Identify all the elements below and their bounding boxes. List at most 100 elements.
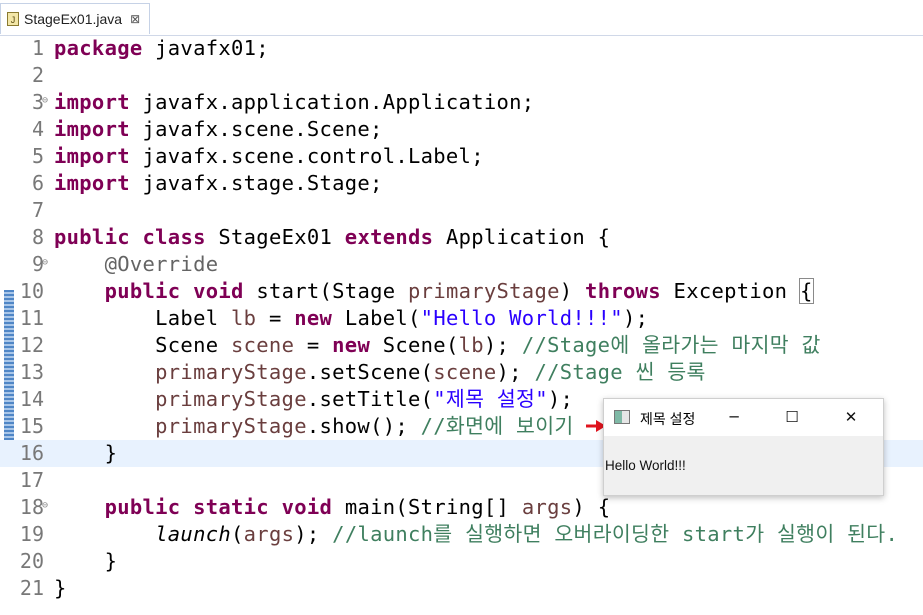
fold-collapse-icon[interactable]: ⊖ bbox=[42, 257, 48, 268]
editor-tab-stageex01[interactable]: J StageEx01.java ⊠ bbox=[0, 3, 150, 34]
keyword: import bbox=[54, 117, 130, 141]
code-text: } bbox=[54, 576, 67, 600]
code-line: 13 primaryStage.setScene(scene); //Stage… bbox=[0, 359, 923, 386]
keyword: import bbox=[54, 90, 130, 114]
code-text: Label bbox=[155, 306, 231, 330]
line-number: 21 bbox=[19, 576, 44, 600]
line-number: 6 bbox=[31, 171, 44, 195]
code-text: javafx.application.Application; bbox=[129, 90, 535, 114]
code-editor[interactable]: 1 package javafx01; 2 3 ⊖ import javafx.… bbox=[0, 35, 923, 615]
code-line: 18 ⊖ public static void main(String[] ar… bbox=[0, 494, 923, 521]
fold-collapse-icon[interactable]: ⊖ bbox=[42, 95, 48, 106]
code-text: = bbox=[256, 306, 295, 330]
line-number: 4 bbox=[31, 117, 44, 141]
code-line: 8 public class StageEx01 extends Applica… bbox=[0, 224, 923, 251]
code-line: 5 import javafx.scene.control.Label; bbox=[0, 143, 923, 170]
comment: //Stage 씬 등록 bbox=[534, 360, 706, 384]
code-line: 9 ⊖ @Override bbox=[0, 251, 923, 278]
comment: //launch를 실행하면 오버라이딩한 start가 실행이 된다. bbox=[332, 522, 899, 546]
code-text: .setTitle( bbox=[306, 387, 434, 411]
code-text: Scene( bbox=[370, 333, 459, 357]
code-line: 12 Scene scene = new Scene(lb); //Stage에… bbox=[0, 332, 923, 359]
code-text: ); bbox=[496, 360, 535, 384]
keyword: static bbox=[193, 495, 269, 519]
window-title-bar[interactable]: 제목 설정 ─ ☐ ✕ bbox=[604, 399, 883, 436]
line-number: 5 bbox=[31, 144, 44, 168]
keyword: public bbox=[104, 495, 181, 519]
line-number: 16 bbox=[19, 441, 44, 465]
line-number: 15 bbox=[19, 414, 44, 438]
code-text: } bbox=[104, 441, 118, 465]
minimize-button[interactable]: ─ bbox=[711, 399, 757, 436]
line-number: 18 bbox=[19, 495, 44, 519]
fold-collapse-icon[interactable]: ⊖ bbox=[42, 500, 48, 511]
keyword: new bbox=[294, 306, 333, 330]
keyword: import bbox=[54, 144, 130, 168]
app-icon bbox=[614, 410, 630, 424]
variable: scene bbox=[231, 333, 295, 357]
variable: lb bbox=[231, 306, 257, 330]
tab-filename: StageEx01.java bbox=[24, 11, 123, 27]
line-number: 20 bbox=[19, 549, 44, 573]
variable: args bbox=[243, 522, 295, 546]
keyword: throws bbox=[585, 279, 661, 303]
code-line: 21 } bbox=[0, 575, 923, 602]
code-line: 7 bbox=[0, 197, 923, 224]
line-number: 8 bbox=[31, 225, 44, 249]
code-text: = bbox=[294, 333, 333, 357]
matching-bracket: { bbox=[798, 278, 814, 304]
javafx-stage-window[interactable]: 제목 설정 ─ ☐ ✕ Hello World!!! bbox=[603, 398, 884, 496]
code-text: ); bbox=[547, 387, 574, 411]
code-text: .show(); bbox=[306, 414, 421, 438]
keyword: class bbox=[142, 225, 206, 249]
code-line: 19 launch(args); //launch를 실행하면 오버라이딩한 s… bbox=[0, 521, 923, 548]
window-title: 제목 설정 bbox=[640, 411, 696, 427]
code-text: Exception bbox=[660, 279, 800, 303]
code-line: 6 import javafx.stage.Stage; bbox=[0, 170, 923, 197]
string-literal: "제목 설정" bbox=[433, 387, 548, 411]
code-line: 3 ⊖ import javafx.application.Applicatio… bbox=[0, 89, 923, 116]
keyword: extends bbox=[344, 225, 434, 249]
maximize-button[interactable]: ☐ bbox=[769, 399, 815, 436]
parameter: args bbox=[521, 495, 573, 519]
keyword: void bbox=[193, 279, 244, 303]
code-text: start(Stage bbox=[243, 279, 409, 303]
line-number: 19 bbox=[19, 522, 44, 546]
close-button[interactable]: ✕ bbox=[828, 399, 874, 436]
comment: //Stage에 올라가는 마지막 값 bbox=[521, 333, 821, 357]
line-number: 13 bbox=[19, 360, 44, 384]
variable: lb bbox=[458, 333, 484, 357]
keyword: import bbox=[54, 171, 130, 195]
keyword: void bbox=[281, 495, 333, 519]
code-line: 2 bbox=[0, 62, 923, 89]
code-text: ) bbox=[559, 279, 586, 303]
editor-tab-bar: J StageEx01.java ⊠ bbox=[0, 0, 923, 36]
code-line: 4 import javafx.scene.Scene; bbox=[0, 116, 923, 143]
keyword: new bbox=[332, 333, 371, 357]
tab-close-icon[interactable]: ⊠ bbox=[130, 12, 140, 26]
annotation: @Override bbox=[104, 252, 219, 276]
code-line: 11 Label lb = new Label("Hello World!!!"… bbox=[0, 305, 923, 332]
code-text: javafx01; bbox=[142, 36, 269, 60]
line-number: 2 bbox=[31, 63, 44, 87]
keyword: package bbox=[54, 36, 143, 60]
code-text: ); bbox=[622, 306, 649, 330]
line-number: 14 bbox=[19, 387, 44, 411]
code-text: javafx.scene.Scene; bbox=[129, 117, 383, 141]
line-number: 17 bbox=[19, 468, 44, 492]
line-number: 12 bbox=[19, 333, 44, 357]
code-text: } bbox=[104, 549, 118, 573]
line-number: 10 bbox=[19, 279, 44, 303]
code-text: .setScene( bbox=[306, 360, 434, 384]
line-number: 1 bbox=[31, 36, 44, 60]
code-text: Scene bbox=[155, 333, 231, 357]
string-literal: "Hello World!!!" bbox=[420, 306, 623, 330]
class-name: StageEx01 bbox=[205, 225, 345, 249]
variable: primaryStage bbox=[155, 387, 307, 411]
code-text: Label( bbox=[332, 306, 421, 330]
line-number: 11 bbox=[19, 306, 44, 330]
keyword: public bbox=[54, 225, 130, 249]
parameter: primaryStage bbox=[408, 279, 560, 303]
code-text: ) { bbox=[572, 495, 611, 519]
comment: //화면에 보이기 bbox=[420, 414, 574, 438]
